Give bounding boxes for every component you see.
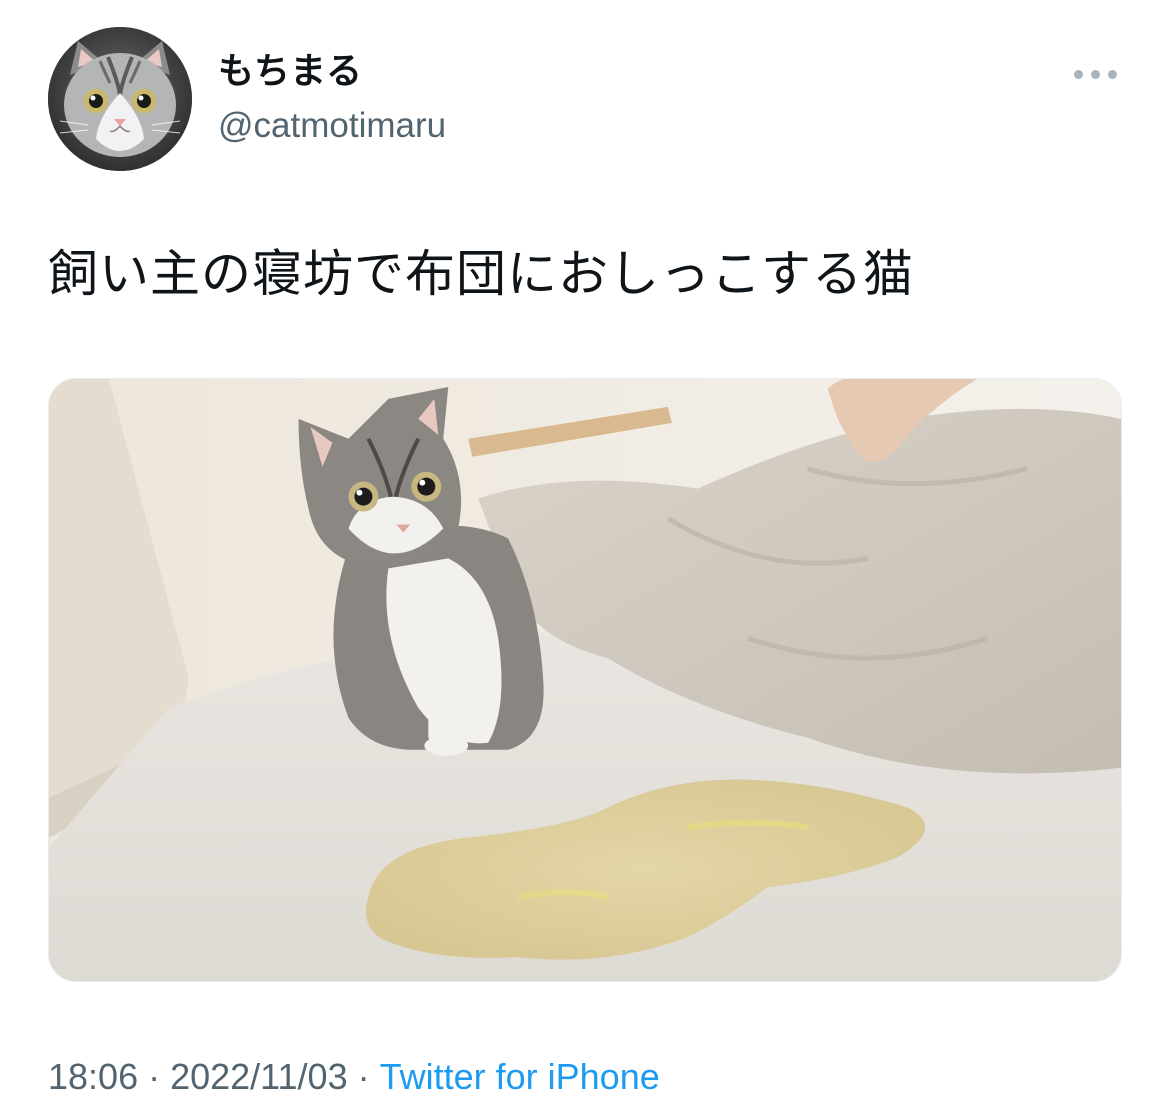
username[interactable]: @catmotimaru [218,102,446,150]
tweet: もちまる @catmotimaru 飼い主の寝坊で布団におしっこする猫 18:0… [0,0,1170,1112]
more-horizontal-icon [1073,69,1083,79]
separator: · [357,1056,370,1097]
tweet-metadata: 18:06 · 2022/11/03 · Twitter for iPhone [48,1052,660,1102]
cat-on-bed-photo [49,379,1121,981]
tweet-text: 飼い主の寝坊で布団におしっこする猫 [48,245,914,303]
separator: · [148,1056,161,1097]
more-horizontal-icon [1090,69,1100,79]
tweet-time[interactable]: 18:06 [48,1056,138,1097]
cat-avatar-image [48,27,192,171]
tweet-photo[interactable] [48,378,1122,982]
more-horizontal-icon [1107,69,1117,79]
tweet-source-link[interactable]: Twitter for iPhone [380,1056,660,1097]
avatar[interactable] [48,27,192,171]
display-name[interactable]: もちまる [218,48,362,96]
more-options-button[interactable] [1066,56,1124,92]
tweet-date[interactable]: 2022/11/03 [170,1056,348,1097]
